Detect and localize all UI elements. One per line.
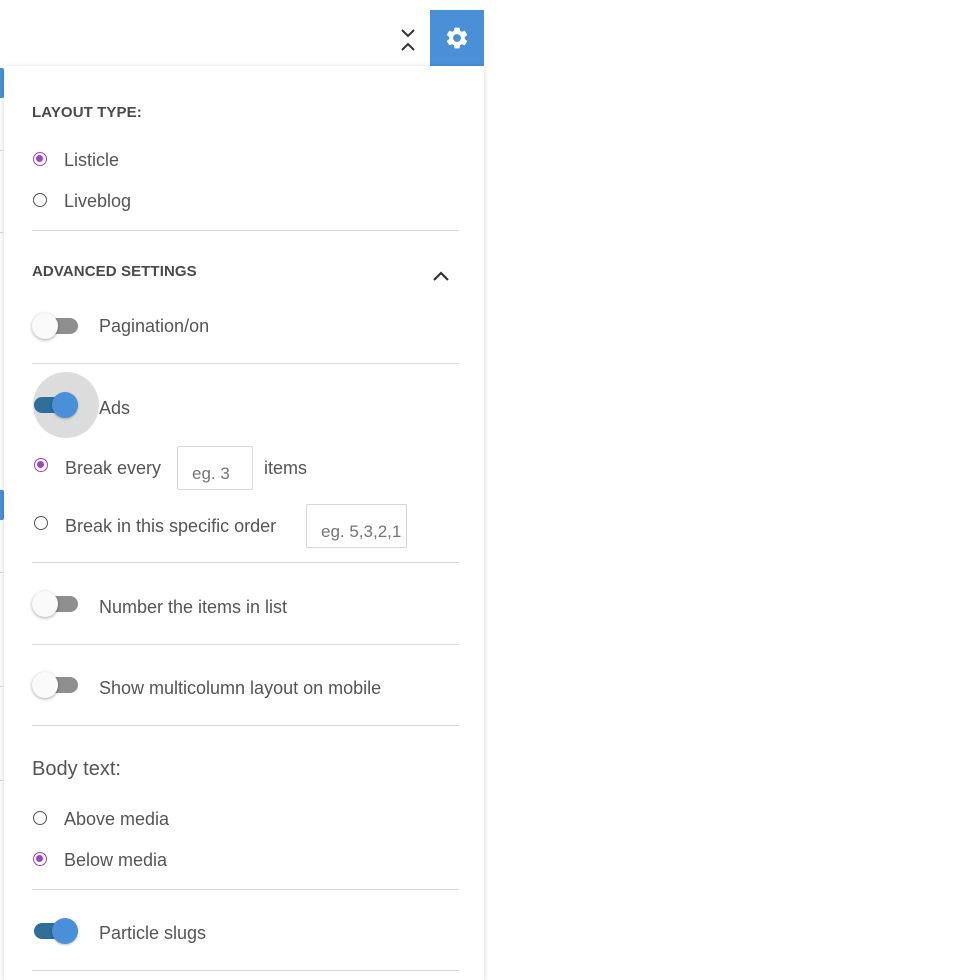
background-divider	[0, 572, 3, 573]
top-bar	[0, 0, 980, 66]
ads-label: Ads	[99, 398, 131, 418]
above-media-label: Above media	[64, 809, 170, 829]
number-items-label: Number the items in list	[99, 597, 288, 617]
chevron-up-icon[interactable]	[431, 269, 451, 283]
break-order-input[interactable]	[306, 504, 407, 548]
toggle-knob	[32, 591, 58, 617]
liveblog-radio[interactable]	[33, 193, 47, 207]
divider	[32, 644, 459, 645]
layout-option-listicle[interactable]: Listicle	[32, 148, 232, 174]
pagination-label: Pagination/on	[99, 316, 210, 336]
background-divider	[0, 150, 3, 151]
listicle-radio[interactable]	[33, 152, 47, 166]
break-every-input[interactable]	[177, 446, 253, 490]
particle-slugs-toggle[interactable]	[32, 916, 82, 946]
divider	[32, 889, 459, 890]
divider	[32, 363, 459, 364]
below-media-radio[interactable]	[33, 852, 47, 866]
break-order-label: Break in this specific order	[65, 516, 277, 536]
layout-option-liveblog[interactable]: Liveblog	[32, 189, 232, 215]
toggle-knob	[32, 313, 58, 339]
toggle-knob	[32, 672, 58, 698]
background-divider	[0, 232, 3, 233]
background-divider	[0, 686, 3, 687]
break-every-suffix: items	[264, 458, 308, 478]
chevron-down-up-icon	[401, 29, 415, 51]
gear-icon	[446, 27, 468, 49]
number-items-toggle[interactable]	[32, 589, 82, 619]
divider	[32, 970, 459, 971]
break-every-label: Break every	[65, 458, 162, 478]
listicle-label: Listicle	[64, 150, 120, 170]
multicolumn-label: Show multicolumn layout on mobile	[99, 678, 382, 698]
below-media-label: Below media	[64, 850, 168, 870]
divider	[32, 562, 459, 563]
ads-toggle[interactable]	[32, 390, 82, 420]
toggle-knob	[52, 392, 78, 418]
layout-type-heading: LAYOUT TYPE:	[32, 104, 142, 121]
pagination-toggle[interactable]	[32, 311, 82, 341]
layout-settings-panel: LAYOUT TYPE: Listicle Liveblog ADVANCED …	[4, 66, 484, 980]
body-option-above-media[interactable]: Above media	[32, 807, 252, 833]
advanced-settings-heading: ADVANCED SETTINGS	[32, 263, 197, 280]
divider	[32, 230, 459, 231]
above-media-radio[interactable]	[33, 811, 47, 825]
divider	[32, 725, 459, 726]
liveblog-label: Liveblog	[64, 191, 132, 211]
collapse-expand-button[interactable]	[396, 24, 420, 56]
break-every-radio[interactable]	[34, 458, 48, 472]
body-text-heading: Body text:	[32, 758, 121, 780]
background-divider	[0, 780, 3, 781]
break-order-radio[interactable]	[34, 516, 48, 530]
multicolumn-toggle[interactable]	[32, 670, 82, 700]
settings-button[interactable]	[430, 10, 484, 66]
body-option-below-media[interactable]: Below media	[32, 848, 252, 874]
particle-slugs-label: Particle slugs	[99, 923, 207, 943]
toggle-knob	[52, 918, 78, 944]
